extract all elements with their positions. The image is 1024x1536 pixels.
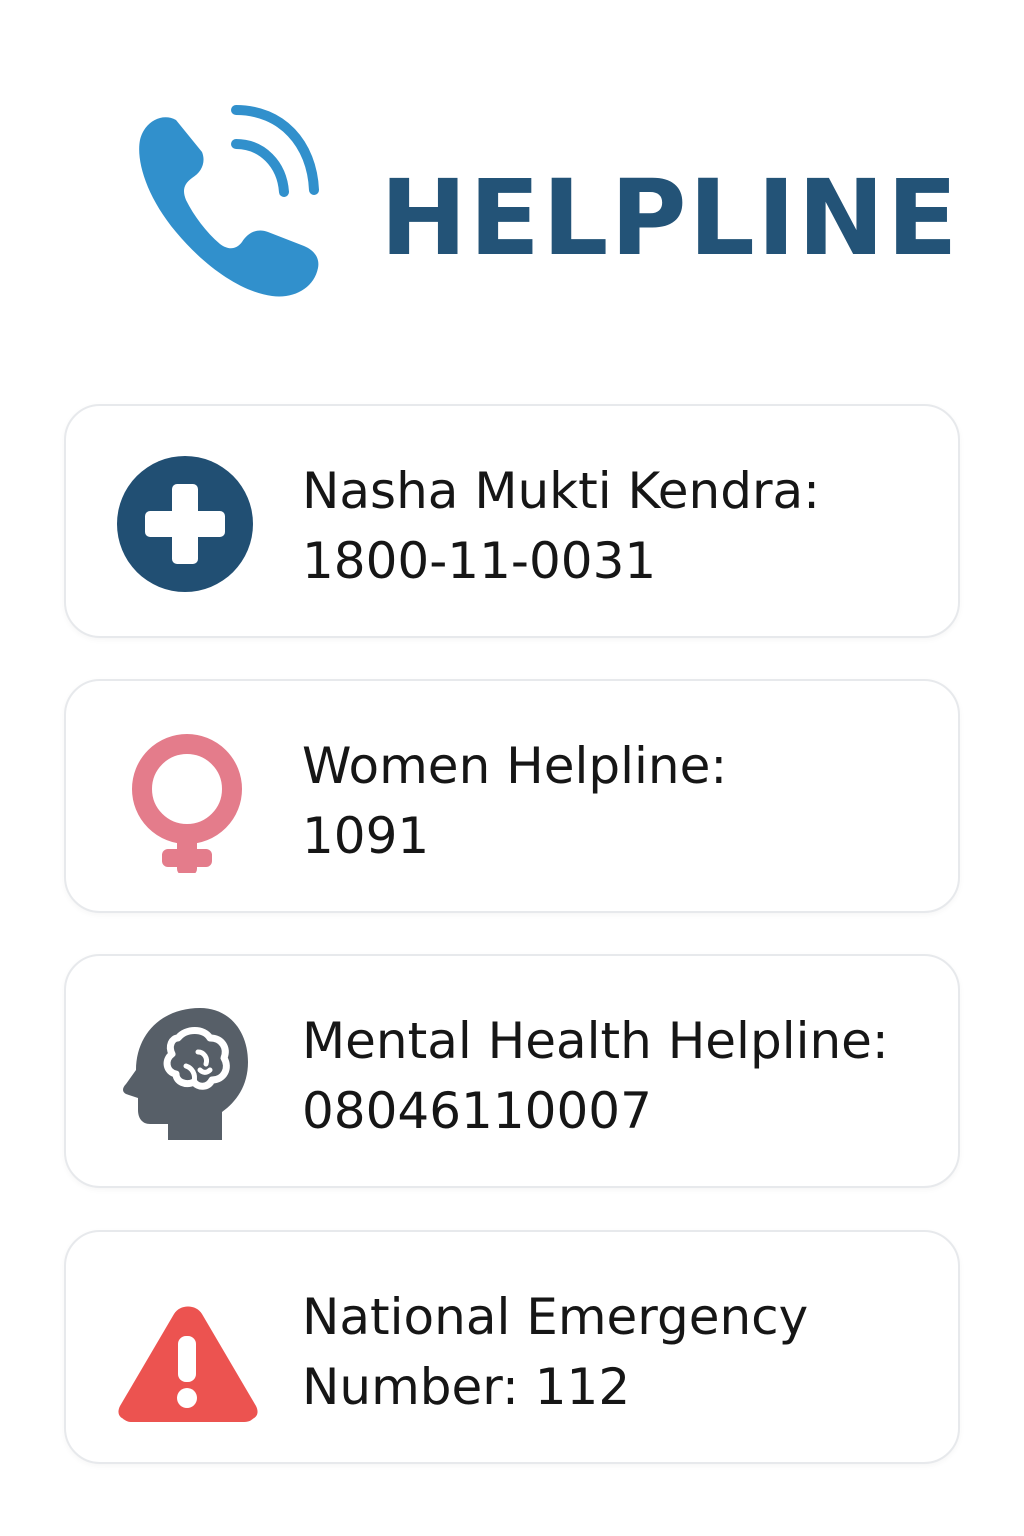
helpline-number[interactable]: Number: 112: [302, 1358, 630, 1416]
helpline-name: National Emergency: [302, 1288, 809, 1346]
helpline-number[interactable]: 08046110007: [302, 1082, 652, 1140]
helpline-name: Women Helpline:: [302, 737, 728, 795]
helpline-text: Women Helpline: 1091: [302, 731, 942, 871]
helpline-text: National Emergency Number: 112: [302, 1282, 942, 1422]
helpline-number[interactable]: 1800-11-0031: [302, 532, 656, 590]
helpline-text: Nasha Mukti Kendra: 1800-11-0031: [302, 456, 942, 596]
medical-cross-icon: [117, 456, 253, 592]
helpline-list: Nasha Mukti Kendra: 1800-11-0031 Women H…: [0, 0, 1024, 1536]
helpline-card-nasha-mukti[interactable]: Nasha Mukti Kendra: 1800-11-0031: [64, 404, 960, 638]
helpline-name: Nasha Mukti Kendra:: [302, 462, 821, 520]
brain-head-icon: [123, 1008, 248, 1140]
helpline-text: Mental Health Helpline: 08046110007: [302, 1006, 942, 1146]
helpline-number[interactable]: 1091: [302, 807, 429, 865]
helpline-name: Mental Health Helpline:: [302, 1012, 889, 1070]
helpline-card-women[interactable]: Women Helpline: 1091: [64, 679, 960, 913]
female-symbol-icon: [132, 734, 242, 873]
helpline-card-mental-health[interactable]: Mental Health Helpline: 08046110007: [64, 954, 960, 1188]
warning-icon: [118, 1306, 258, 1422]
helpline-card-national-emergency[interactable]: National Emergency Number: 112: [64, 1230, 960, 1464]
